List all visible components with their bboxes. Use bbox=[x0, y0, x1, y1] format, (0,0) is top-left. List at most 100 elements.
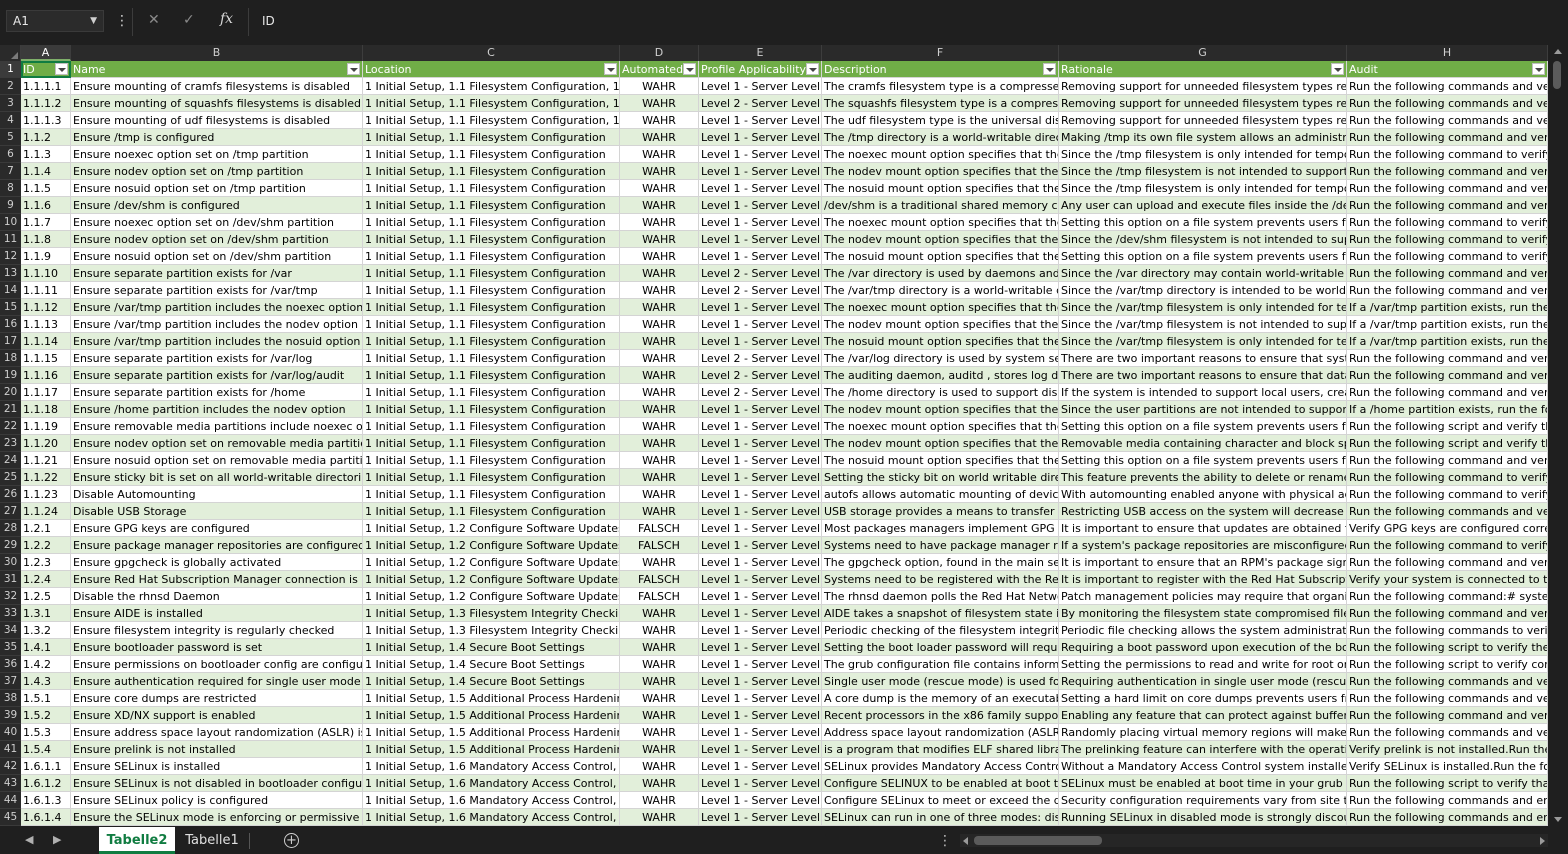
table-cell[interactable]: Run the following command to verify bbox=[1347, 231, 1548, 248]
row-header[interactable]: 37 bbox=[0, 673, 21, 690]
table-cell[interactable]: 1 Initial Setup, 1.3 Filesystem Integrit… bbox=[363, 605, 620, 622]
table-cell[interactable]: 1 Initial Setup, 1.1 Filesystem Configur… bbox=[363, 248, 620, 265]
table-cell[interactable]: Level 1 - Server Level 1 bbox=[699, 435, 822, 452]
table-cell[interactable]: 1.1.1.2 bbox=[21, 95, 71, 112]
table-cell[interactable]: Setting this option on a file system pre… bbox=[1059, 452, 1347, 469]
table-cell[interactable]: If a /var/tmp partition exists, run the bbox=[1347, 299, 1548, 316]
table-cell[interactable]: FALSCH bbox=[620, 571, 699, 588]
table-cell[interactable]: 1.1.3 bbox=[21, 146, 71, 163]
table-cell[interactable]: Level 1 - Server Level 1 bbox=[699, 690, 822, 707]
table-cell[interactable]: The nodev mount option specifies that th… bbox=[822, 316, 1059, 333]
table-cell[interactable]: WAHR bbox=[620, 469, 699, 486]
table-cell[interactable]: Level 1 - Server Level 1 bbox=[699, 724, 822, 741]
table-cell[interactable]: Patch management policies may require th… bbox=[1059, 588, 1347, 605]
table-cell[interactable]: 1.5.3 bbox=[21, 724, 71, 741]
table-cell[interactable]: Since the /var/tmp filesystem is only in… bbox=[1059, 299, 1347, 316]
formula-input[interactable]: ID bbox=[262, 14, 275, 28]
table-cell[interactable]: 1 Initial Setup, 1.1 Filesystem Configur… bbox=[363, 486, 620, 503]
table-cell[interactable]: WAHR bbox=[620, 95, 699, 112]
table-cell[interactable]: Configure SELINUX to be enabled at boot … bbox=[822, 775, 1059, 792]
table-cell[interactable]: The grub configuration file contains inf… bbox=[822, 656, 1059, 673]
row-header[interactable]: 20 bbox=[0, 384, 21, 401]
header-cell[interactable]: ID bbox=[21, 61, 71, 78]
table-cell[interactable]: The noexec mount option specifies that t… bbox=[822, 146, 1059, 163]
table-cell[interactable]: 1 Initial Setup, 1.5 Additional Process … bbox=[363, 690, 620, 707]
table-cell[interactable]: 1.1.22 bbox=[21, 469, 71, 486]
table-cell[interactable]: 1 Initial Setup, 1.1 Filesystem Configur… bbox=[363, 384, 620, 401]
table-cell[interactable]: Level 1 - Server Level 1 bbox=[699, 571, 822, 588]
table-cell[interactable]: Run the following command and ver bbox=[1347, 129, 1548, 146]
table-cell[interactable]: 1 Initial Setup, 1.1 Filesystem Configur… bbox=[363, 435, 620, 452]
table-cell[interactable]: Level 1 - Server Level 1 bbox=[699, 418, 822, 435]
table-cell[interactable]: Run the following command and ver bbox=[1347, 367, 1548, 384]
table-cell[interactable]: WAHR bbox=[620, 741, 699, 758]
table-cell[interactable]: 1 Initial Setup, 1.1 Filesystem Configur… bbox=[363, 503, 620, 520]
table-cell[interactable]: Level 1 - Server Level 1 bbox=[699, 520, 822, 537]
table-cell[interactable]: Run the following script to verify cor bbox=[1347, 656, 1548, 673]
column-header-c[interactable]: C bbox=[363, 45, 620, 61]
row-header[interactable]: 39 bbox=[0, 707, 21, 724]
table-cell[interactable]: Setting the boot loader password will re… bbox=[822, 639, 1059, 656]
row-header[interactable]: 25 bbox=[0, 469, 21, 486]
table-cell[interactable]: Setting this option on a file system pre… bbox=[1059, 214, 1347, 231]
table-cell[interactable]: Level 1 - Server Level 1 bbox=[699, 809, 822, 826]
header-cell[interactable]: Rationale bbox=[1059, 61, 1347, 78]
table-cell[interactable]: Level 1 - Server Level 1 bbox=[699, 333, 822, 350]
table-cell[interactable]: 1.1.4 bbox=[21, 163, 71, 180]
scrollbar-thumb[interactable] bbox=[1553, 61, 1561, 89]
table-cell[interactable]: WAHR bbox=[620, 163, 699, 180]
table-cell[interactable]: The rhnsd daemon polls the Red Hat Netwo bbox=[822, 588, 1059, 605]
table-cell[interactable]: Ensure nodev option set on /tmp partitio… bbox=[71, 163, 363, 180]
table-cell[interactable]: Level 1 - Server Level 1 bbox=[699, 112, 822, 129]
scroll-up-icon[interactable] bbox=[1554, 49, 1562, 54]
table-cell[interactable]: WAHR bbox=[620, 78, 699, 95]
table-cell[interactable]: Verify GPG keys are configured correc bbox=[1347, 520, 1548, 537]
table-cell[interactable]: WAHR bbox=[620, 503, 699, 520]
name-box[interactable]: A1 ▼ bbox=[6, 10, 104, 32]
table-cell[interactable]: Level 1 - Server Level 1 bbox=[699, 248, 822, 265]
table-cell[interactable]: 1.6.1.2 bbox=[21, 775, 71, 792]
table-cell[interactable]: WAHR bbox=[620, 758, 699, 775]
table-cell[interactable]: The nodev mount option specifies that th… bbox=[822, 401, 1059, 418]
table-cell[interactable]: The udf filesystem type is the universal… bbox=[822, 112, 1059, 129]
table-cell[interactable]: WAHR bbox=[620, 554, 699, 571]
row-header[interactable]: 3 bbox=[0, 95, 21, 112]
table-cell[interactable]: WAHR bbox=[620, 775, 699, 792]
table-cell[interactable]: Ensure /home partition includes the node… bbox=[71, 401, 363, 418]
table-cell[interactable]: Setting the permissions to read and writ… bbox=[1059, 656, 1347, 673]
table-cell[interactable]: Ensure sticky bit is set on all world-wr… bbox=[71, 469, 363, 486]
chevron-right-icon[interactable]: ▶ bbox=[53, 833, 61, 846]
table-cell[interactable]: WAHR bbox=[620, 350, 699, 367]
table-cell[interactable]: 1 Initial Setup, 1.1 Filesystem Configur… bbox=[363, 350, 620, 367]
table-cell[interactable]: Level 1 - Server Level 1 bbox=[699, 775, 822, 792]
table-cell[interactable]: Level 1 - Server Level 1 bbox=[699, 401, 822, 418]
table-cell[interactable]: Level 1 - Server Level 1 bbox=[699, 673, 822, 690]
row-header[interactable]: 22 bbox=[0, 418, 21, 435]
more-vertical-icon[interactable]: ⋮ bbox=[938, 833, 952, 849]
table-cell[interactable]: Ensure separate partition exists for /ho… bbox=[71, 384, 363, 401]
table-cell[interactable]: 1.3.2 bbox=[21, 622, 71, 639]
table-cell[interactable]: Level 1 - Server Level 1 bbox=[699, 792, 822, 809]
table-cell[interactable]: 1.1.6 bbox=[21, 197, 71, 214]
table-cell[interactable]: If a system's package repositories are m… bbox=[1059, 537, 1347, 554]
row-header[interactable]: 28 bbox=[0, 520, 21, 537]
scrollbar-thumb[interactable] bbox=[974, 836, 1102, 845]
table-cell[interactable]: Ensure mounting of cramfs filesystems is… bbox=[71, 78, 363, 95]
table-cell[interactable]: 1 Initial Setup, 1.4 Secure Boot Setting… bbox=[363, 639, 620, 656]
header-cell[interactable]: Profile Applicability bbox=[699, 61, 822, 78]
table-cell[interactable]: 1.1.23 bbox=[21, 486, 71, 503]
table-cell[interactable]: Level 1 - Server Level 1 bbox=[699, 316, 822, 333]
table-cell[interactable]: 1 Initial Setup, 1.5 Additional Process … bbox=[363, 724, 620, 741]
table-cell[interactable]: Verify SELinux is installed.Run the fo bbox=[1347, 758, 1548, 775]
table-cell[interactable]: 1.2.5 bbox=[21, 588, 71, 605]
header-cell[interactable]: Audit bbox=[1347, 61, 1548, 78]
row-header[interactable]: 38 bbox=[0, 690, 21, 707]
row-header[interactable]: 36 bbox=[0, 656, 21, 673]
filter-dropdown-icon[interactable] bbox=[806, 63, 819, 75]
table-cell[interactable]: 1 Initial Setup, 1.1 Filesystem Configur… bbox=[363, 197, 620, 214]
table-cell[interactable]: Ensure separate partition exists for /va… bbox=[71, 367, 363, 384]
column-header-b[interactable]: B bbox=[71, 45, 363, 61]
table-cell[interactable]: Ensure address space layout randomizatio… bbox=[71, 724, 363, 741]
table-cell[interactable]: Ensure SELinux is not disabled in bootlo… bbox=[71, 775, 363, 792]
row-header[interactable]: 34 bbox=[0, 622, 21, 639]
